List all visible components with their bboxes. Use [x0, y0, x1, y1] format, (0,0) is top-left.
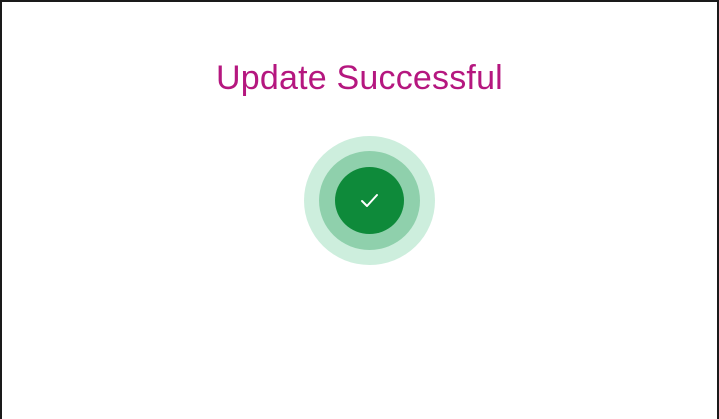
dialog-title: Update Successful — [216, 59, 503, 97]
success-dialog: Update Successful — [0, 0, 719, 419]
check-icon — [361, 194, 378, 207]
success-indicator — [304, 136, 435, 265]
